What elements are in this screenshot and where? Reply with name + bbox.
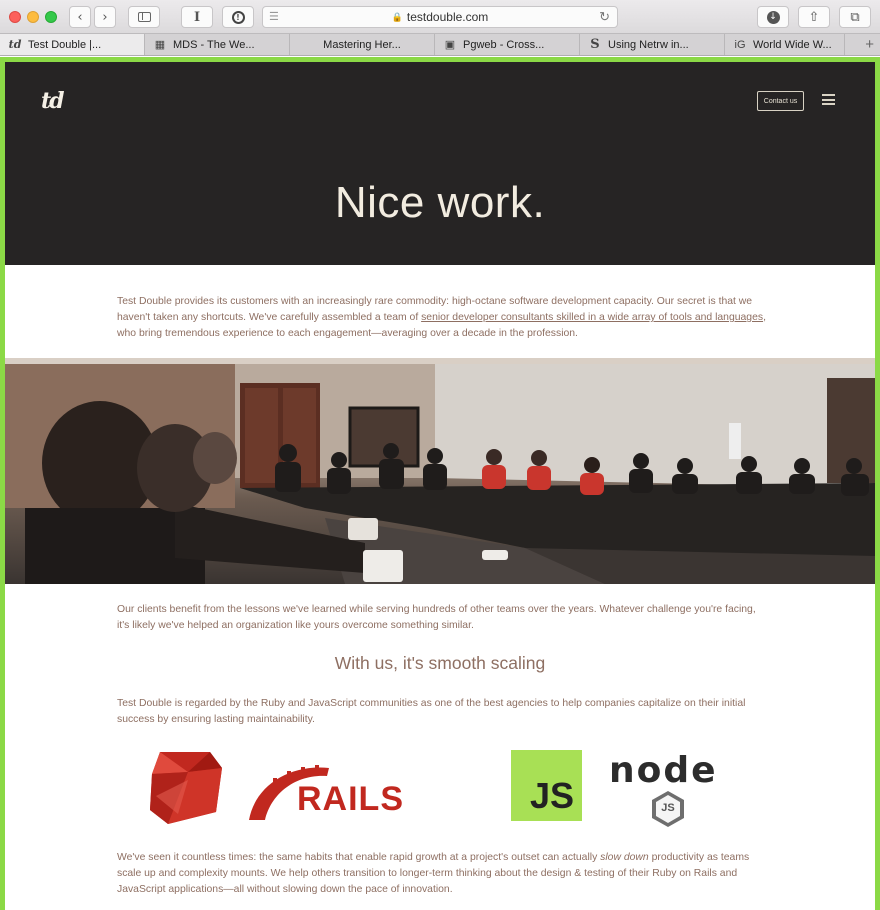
share-icon: ⇧ <box>808 9 820 25</box>
page-viewport: td Contact us Nice work. Test Double pro… <box>0 57 880 910</box>
minimize-window-button[interactable] <box>27 11 39 23</box>
team-meeting-photo <box>5 358 875 584</box>
tab-overview-button[interactable]: ⧉ <box>839 6 871 28</box>
team-photo-illustration <box>5 358 875 584</box>
scaling-paragraph: Test Double is regarded by the Ruby and … <box>117 698 746 725</box>
tab-mds[interactable]: ▦ MDS - The We... <box>145 34 290 55</box>
tab-overview-icon: ⧉ <box>850 9 860 25</box>
tab-label: World Wide W... <box>753 38 832 51</box>
closing-emphasis: slow down <box>600 852 649 863</box>
tab-label: Mastering Her... <box>323 38 401 51</box>
sidebar-button[interactable] <box>128 6 160 28</box>
ruby-logo-icon <box>150 752 222 824</box>
tab-label: MDS - The We... <box>173 38 255 51</box>
pgweb-favicon-icon: ▣ <box>444 39 456 51</box>
tab-test-double[interactable]: td Test Double |... <box>0 34 145 55</box>
browser-toolbar: ‹ › I ! ☰ 🔒 testdouble.com ↻ ↓ ⇧ ⧉ <box>0 0 880 34</box>
plus-icon: + <box>865 36 874 53</box>
address-url: testdouble.com <box>406 10 489 24</box>
tab-bar: td Test Double |... ▦ MDS - The We... Ma… <box>0 34 880 56</box>
rails-wordmark: RAILS <box>297 780 404 818</box>
instapaper-icon: I <box>193 9 201 25</box>
close-window-button[interactable] <box>9 11 21 23</box>
sidebar-icon <box>137 12 151 22</box>
consultants-link[interactable]: senior developer consultants skilled in … <box>421 312 763 323</box>
1password-icon: ! <box>231 10 245 24</box>
address-bar[interactable]: ☰ 🔒 testdouble.com ↻ <box>262 6 618 28</box>
back-button[interactable]: ‹ <box>69 6 91 28</box>
chevron-left-icon: ‹ <box>77 9 83 25</box>
instapaper-button[interactable]: I <box>181 6 213 28</box>
grid-favicon-icon: ▦ <box>154 39 166 51</box>
javascript-logo-text: JS <box>529 775 574 816</box>
page-title: Nice work. <box>334 178 546 227</box>
1password-button[interactable]: ! <box>222 6 254 28</box>
new-tab-button[interactable]: + <box>845 34 880 55</box>
tech-logos-row: RAILS JS node JS <box>5 748 875 828</box>
maximize-window-button[interactable] <box>45 11 57 23</box>
node-badge-text: JS <box>661 802 675 814</box>
tab-label: Pgweb - Cross... <box>463 38 545 51</box>
tab-label: Using Netrw in... <box>608 38 689 51</box>
hamburger-menu-icon[interactable] <box>822 94 835 105</box>
lock-icon: 🔒 <box>391 11 403 22</box>
test-double-logo[interactable]: td <box>41 88 65 114</box>
node-wordmark: node <box>609 750 718 791</box>
contact-us-button[interactable]: Contact us <box>757 91 804 111</box>
chevron-right-icon: › <box>102 9 108 25</box>
tab-label: Test Double |... <box>28 38 102 51</box>
tab-netrw[interactable]: S Using Netrw in... <box>580 34 725 55</box>
clients-paragraph: Our clients benefit from the lessons we'… <box>117 604 756 631</box>
ig-favicon-icon: iG <box>734 38 746 51</box>
tab-world-wide-web[interactable]: iG World Wide W... <box>725 34 845 55</box>
scaling-heading: With us, it's smooth scaling <box>334 653 546 673</box>
tab-mastering[interactable]: Mastering Her... <box>290 34 435 55</box>
closing-text-start: We've seen it countless times: the same … <box>117 852 601 863</box>
reader-icon[interactable]: ☰ <box>269 10 279 23</box>
td-favicon-icon: td <box>8 38 22 51</box>
intro-paragraph: Test Double provides its customers with … <box>117 294 767 342</box>
share-button[interactable]: ⇧ <box>798 6 830 28</box>
reload-icon[interactable]: ↻ <box>599 9 610 25</box>
s-favicon-icon: S <box>590 37 600 52</box>
forward-button[interactable]: › <box>94 6 116 28</box>
javascript-logo-icon: JS <box>511 750 582 821</box>
web-page: td Contact us Nice work. Test Double pro… <box>5 62 875 910</box>
closing-paragraph: We've seen it countless times: the same … <box>117 850 767 898</box>
download-icon: ↓ <box>766 10 780 24</box>
hero-section: td Contact us Nice work. <box>5 62 875 265</box>
tab-pgweb[interactable]: ▣ Pgweb - Cross... <box>435 34 580 55</box>
downloads-button[interactable]: ↓ <box>757 6 789 28</box>
